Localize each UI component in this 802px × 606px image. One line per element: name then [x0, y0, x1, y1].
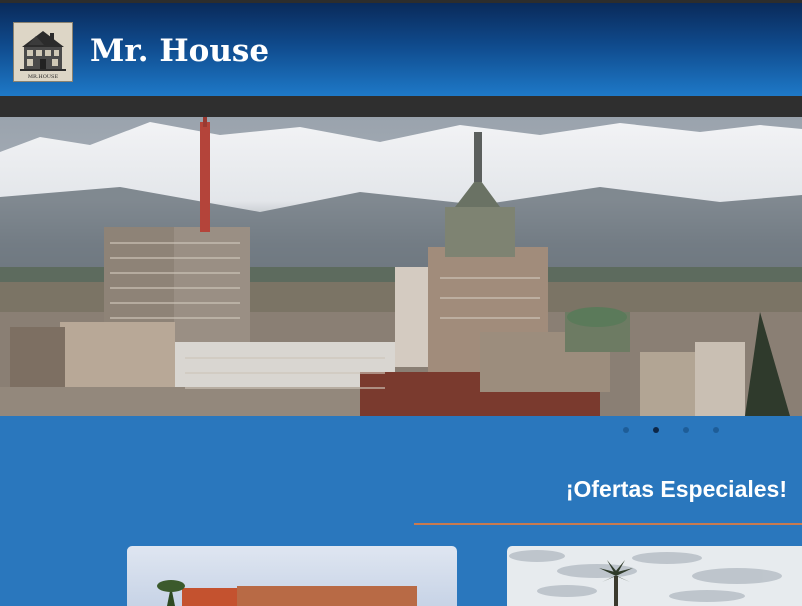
- site-logo[interactable]: MR.HOUSE: [13, 22, 73, 82]
- site-header: MR.HOUSE Mr. House: [0, 3, 802, 96]
- site-title[interactable]: Mr. House: [90, 33, 269, 69]
- nav-bar: [0, 96, 802, 117]
- heading-divider: [414, 523, 802, 525]
- slider-dot-4[interactable]: [713, 427, 719, 433]
- logo-caption: MR.HOUSE: [28, 74, 59, 80]
- offer-card-2[interactable]: [507, 546, 802, 606]
- hero-slider-image: [0, 117, 802, 416]
- special-offers-heading: ¡Ofertas Especiales!: [565, 476, 787, 502]
- offer-card-2-image: [507, 546, 802, 606]
- offer-card-1-image: [127, 546, 457, 606]
- city-skyline-image: [0, 117, 802, 416]
- slider-dot-3[interactable]: [683, 427, 689, 433]
- slider-dot-1[interactable]: [623, 427, 629, 433]
- slider-dot-2[interactable]: [653, 427, 659, 433]
- house-logo-icon: MR.HOUSE: [14, 23, 72, 81]
- offer-card-1[interactable]: [127, 546, 457, 606]
